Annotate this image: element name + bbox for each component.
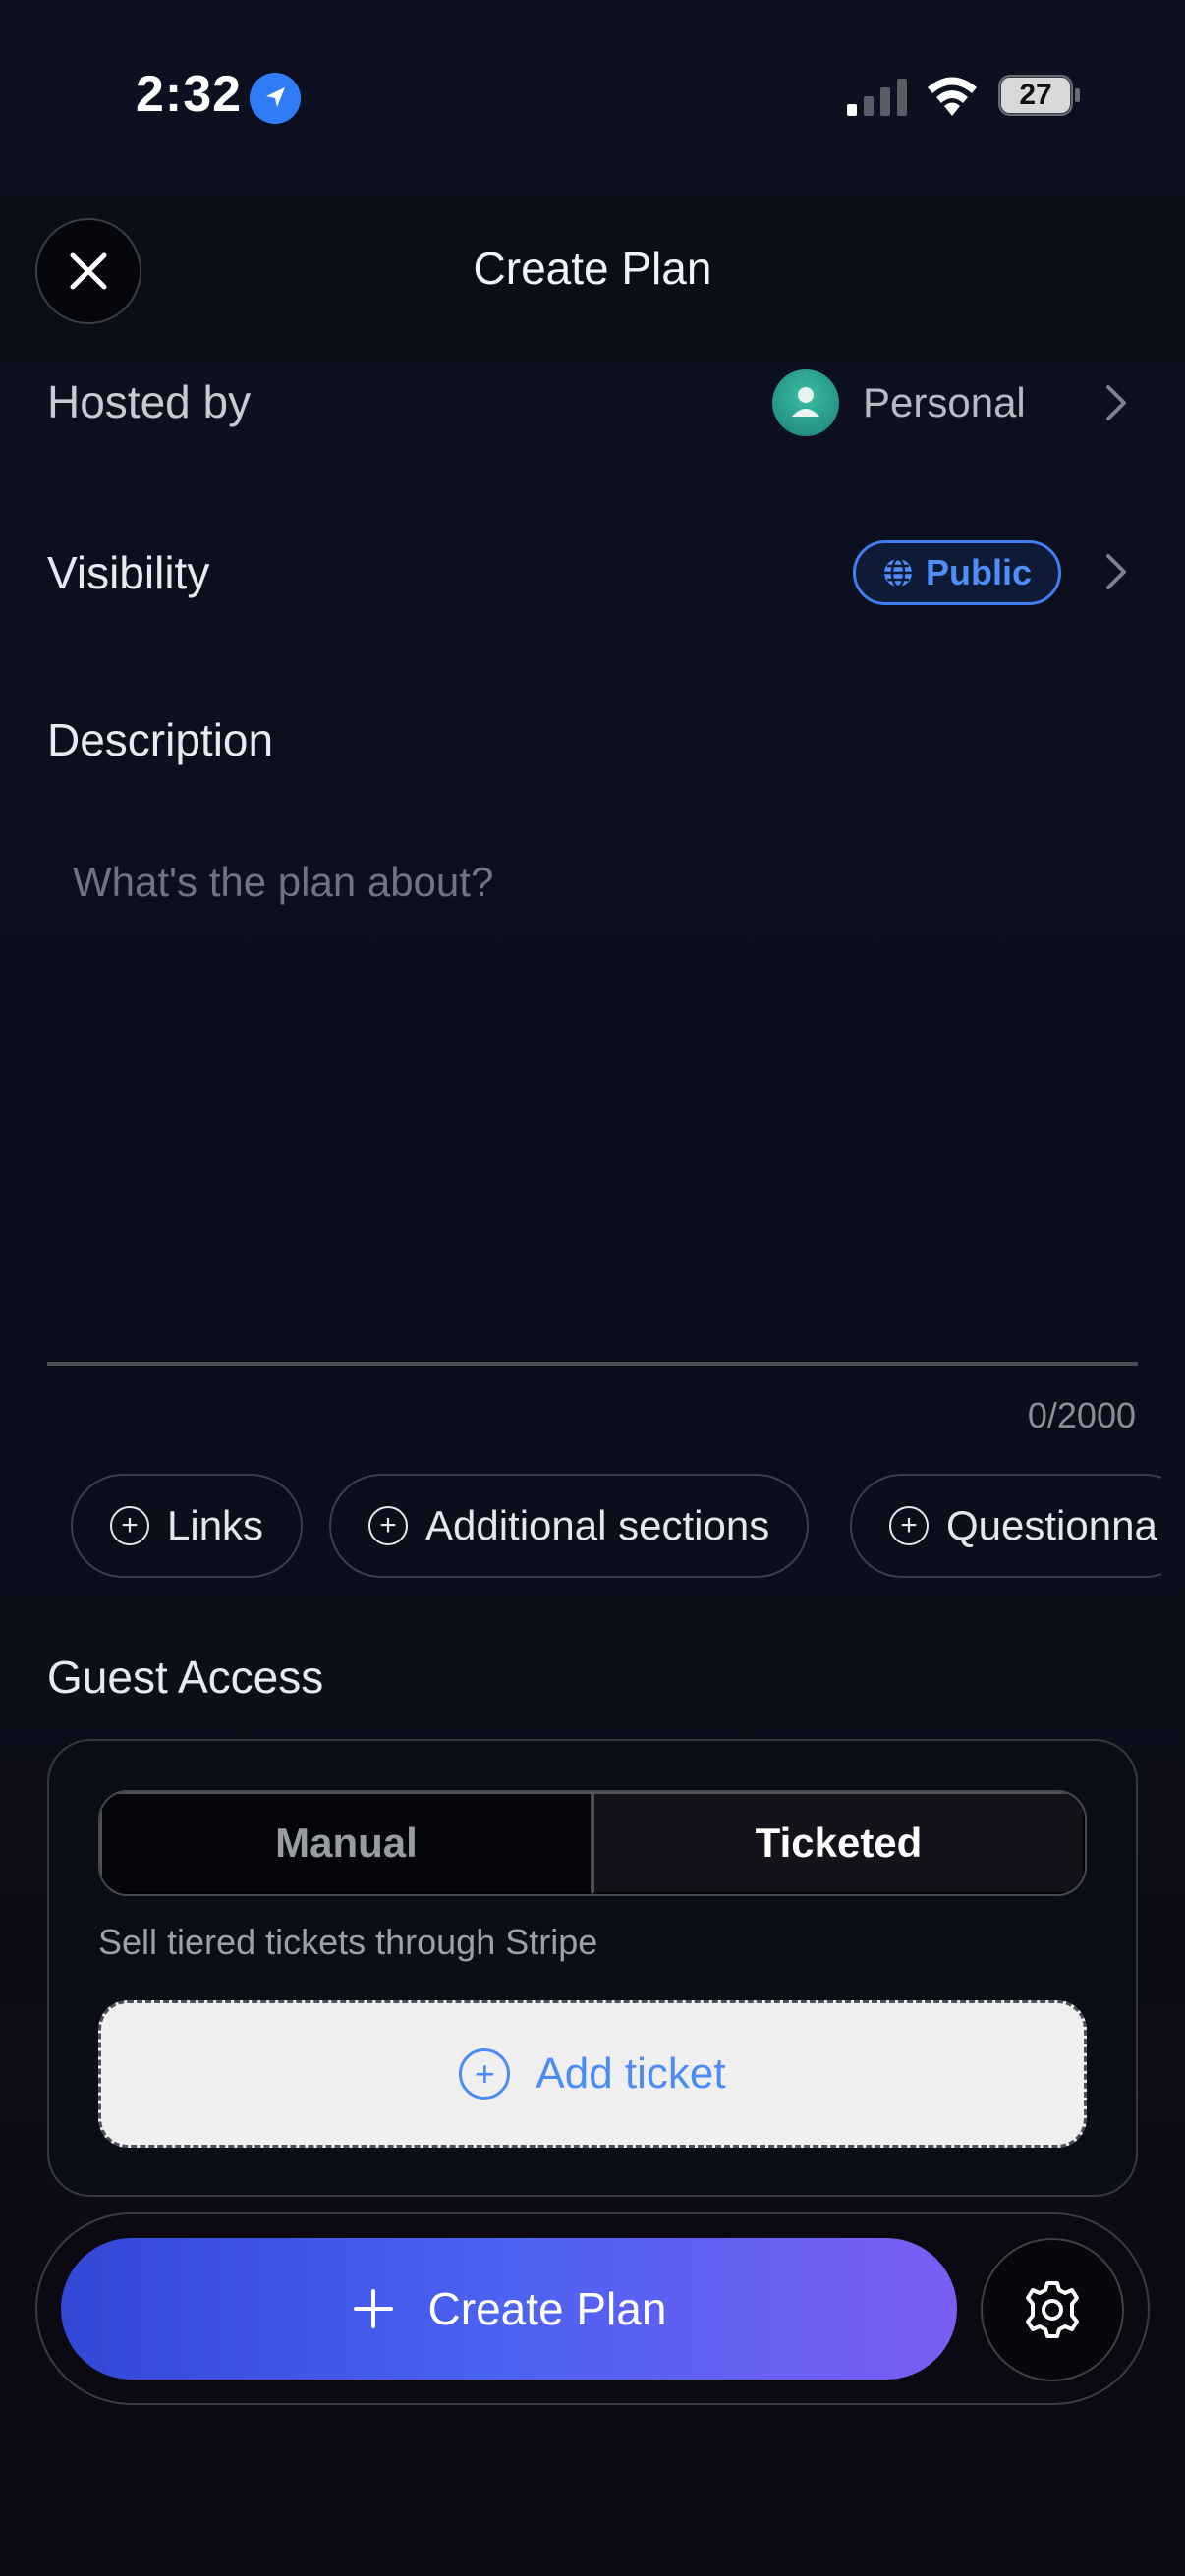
chevron-right-icon <box>1106 385 1126 420</box>
hosted-by-label: Hosted by <box>47 376 252 427</box>
questionnaire-chip[interactable]: + Questionna <box>850 1474 1161 1578</box>
character-counter: 0/2000 <box>1027 1395 1136 1435</box>
globe-icon <box>883 557 912 588</box>
settings-button[interactable] <box>981 2238 1124 2381</box>
ticket-hint: Sell tiered tickets through Stripe <box>98 1922 598 1962</box>
screen: 2:32 27 Create Plan Hosted by Personal V… <box>0 0 1185 2576</box>
manual-option[interactable]: Manual <box>100 1792 592 1894</box>
add-ticket-button[interactable]: + Add ticket <box>98 2000 1087 2148</box>
additional-sections-chip[interactable]: + Additional sections <box>329 1474 810 1578</box>
location-arrow-icon <box>250 73 301 124</box>
plus-circle-icon: + <box>368 1506 408 1545</box>
plus-circle-icon: + <box>459 2048 511 2100</box>
plus-circle-icon: + <box>889 1506 929 1545</box>
plus-icon <box>353 2289 393 2328</box>
plus-circle-icon: + <box>110 1506 149 1545</box>
create-plan-button[interactable]: Create Plan <box>61 2238 957 2380</box>
chip-label: Links <box>167 1502 264 1548</box>
visibility-label: Visibility <box>47 547 210 598</box>
guest-access-toggle: Manual Ticketed <box>98 1790 1087 1896</box>
option-chips: + Links + Additional sections + Question… <box>71 1474 1161 1578</box>
visibility-badge[interactable]: Public <box>853 540 1061 605</box>
hosted-by-value: Personal <box>863 379 1026 425</box>
create-plan-label: Create Plan <box>427 2283 667 2334</box>
avatar-icon <box>772 369 839 436</box>
guest-access-label: Guest Access <box>47 1652 324 1703</box>
battery-level: 27 <box>1019 79 1052 111</box>
links-chip[interactable]: + Links <box>71 1474 304 1578</box>
visibility-value: Public <box>925 552 1033 592</box>
description-label: Description <box>47 714 274 765</box>
ticketed-option[interactable]: Ticketed <box>592 1792 1085 1894</box>
status-bar: 2:32 27 <box>0 0 1185 196</box>
wifi-icon <box>928 77 977 116</box>
description-input[interactable] <box>47 808 1138 1366</box>
signal-icon <box>847 79 907 116</box>
page-title: Create Plan <box>473 243 712 294</box>
chip-label: Questionna <box>946 1502 1157 1548</box>
add-ticket-label: Add ticket <box>536 2049 726 2098</box>
chip-label: Additional sections <box>425 1502 770 1548</box>
chevron-right-icon <box>1106 554 1126 589</box>
gear-icon <box>1026 2281 1079 2338</box>
status-time: 2:32 <box>136 66 243 123</box>
